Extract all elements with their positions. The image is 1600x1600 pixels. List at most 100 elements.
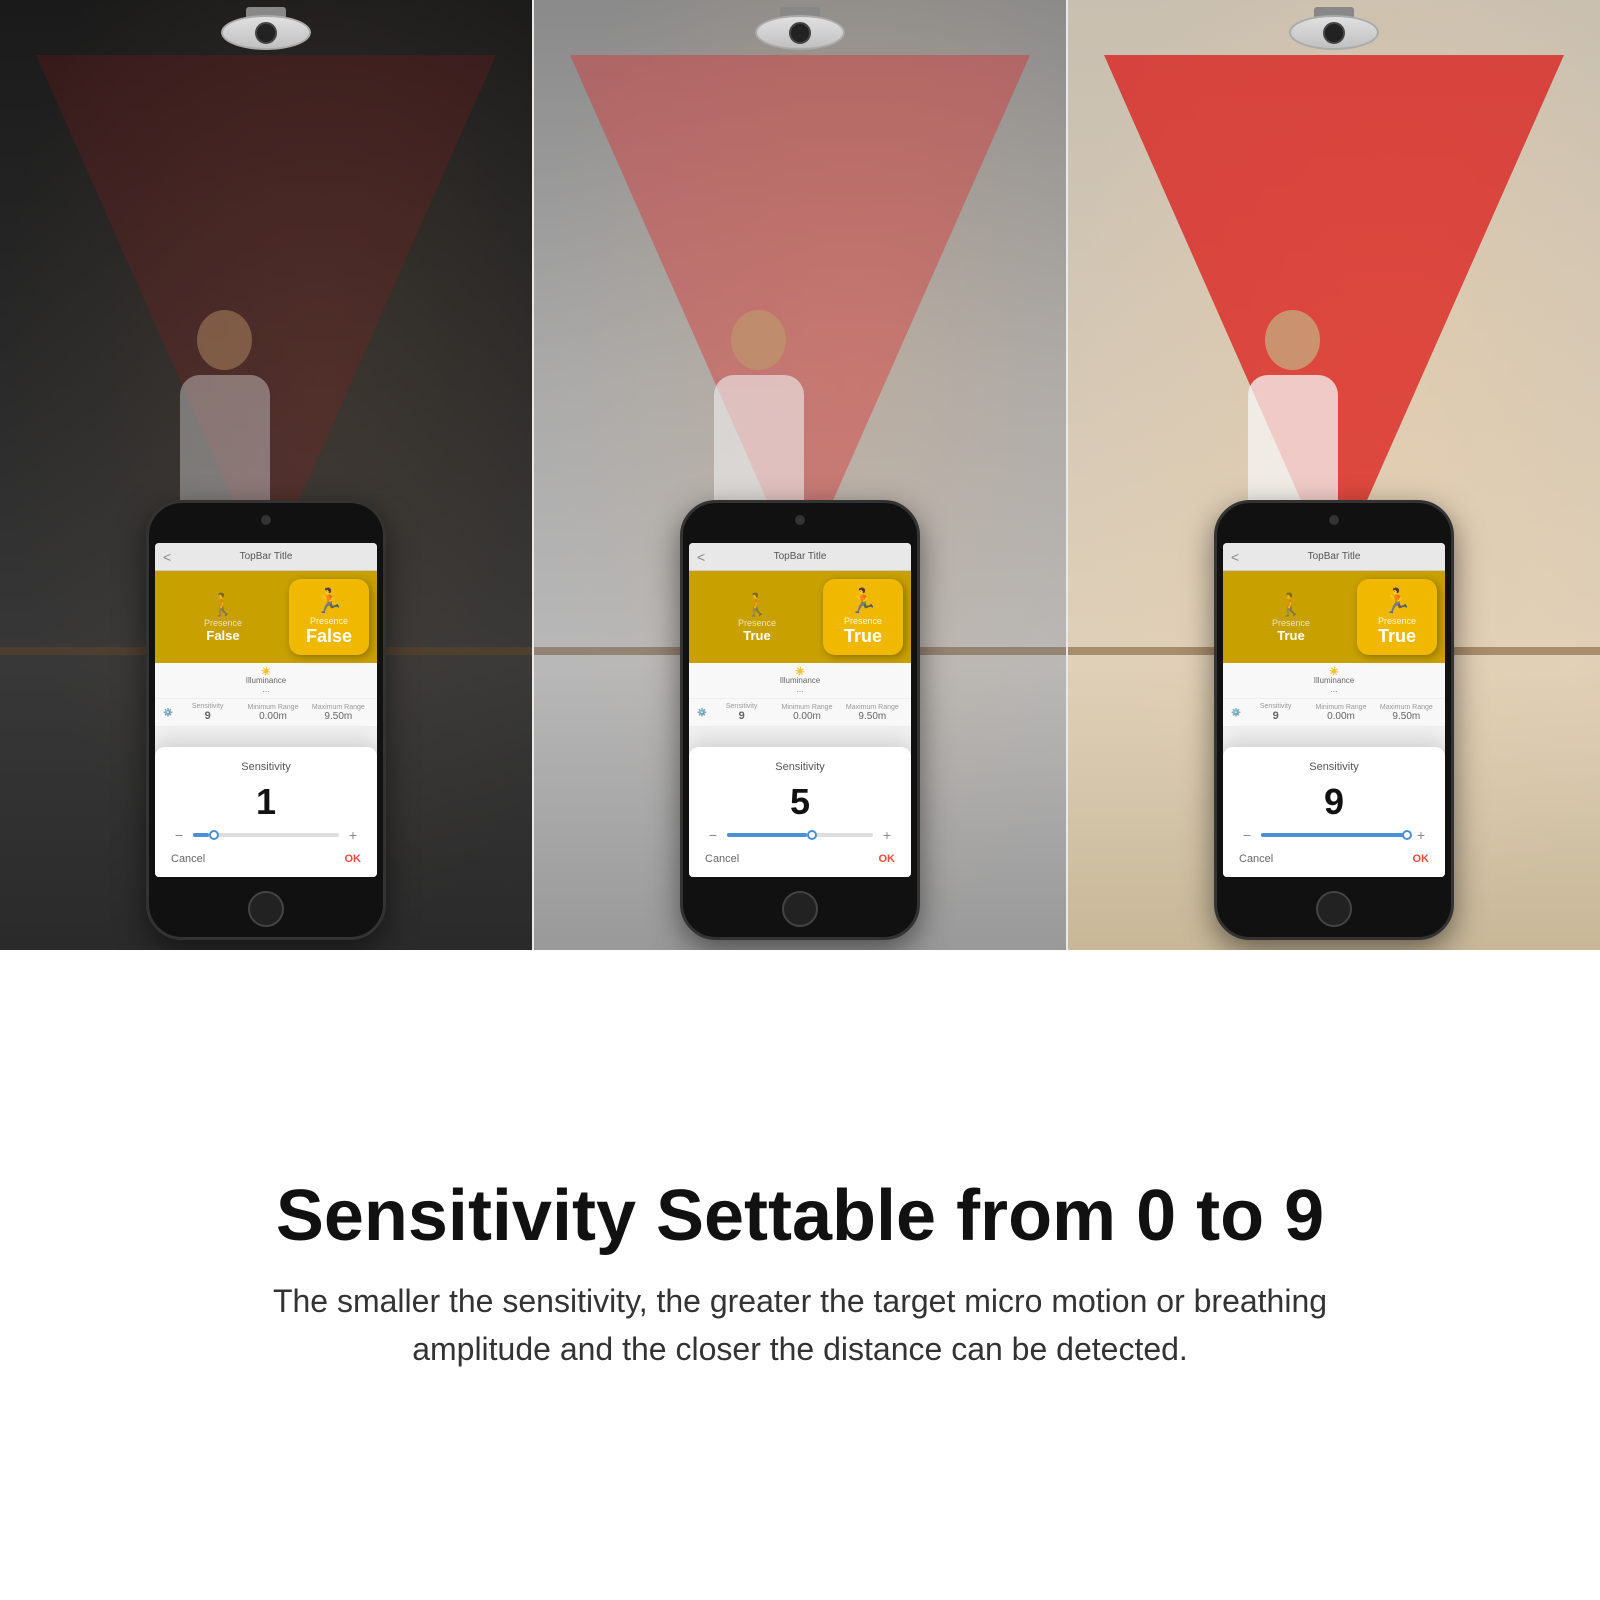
panel-3-minrange-val: 0.00m bbox=[1327, 711, 1355, 722]
panel-3-slider-track[interactable] bbox=[1261, 833, 1407, 837]
back-arrow-icon-3: < bbox=[1231, 549, 1239, 565]
panel-3-topbar-title: TopBar Title bbox=[1308, 551, 1361, 562]
panel-1-minus-icon[interactable]: − bbox=[171, 827, 187, 843]
panel-3-cancel-btn[interactable]: Cancel bbox=[1239, 853, 1273, 865]
panel-2-lum-val: ... bbox=[797, 685, 804, 694]
panel-3-dialog-title: Sensitivity bbox=[1239, 761, 1429, 773]
panel-1-dialog-title: Sensitivity bbox=[171, 761, 361, 773]
panel-2-badge: 🏃 Presence True bbox=[823, 579, 903, 655]
panel-3-screen: < TopBar Title 🚶 Presence True 🏃 bbox=[1223, 543, 1445, 877]
panel-2-dialog-title: Sensitivity bbox=[705, 761, 895, 773]
panel-2-plus-icon[interactable]: + bbox=[879, 827, 895, 843]
panel-1-plus-icon[interactable]: + bbox=[345, 827, 361, 843]
panel-3-settings: ⚙️ Sensitivity 9 Minimum Range 0.00m Max… bbox=[1223, 699, 1445, 727]
person-head-2 bbox=[731, 310, 786, 370]
panel-3-minus-icon[interactable]: − bbox=[1239, 827, 1255, 843]
bottom-section: Sensitivity Settable from 0 to 9 The sma… bbox=[0, 950, 1600, 1600]
main-container: < TopBar Title 🚶 Presence False 🏃 bbox=[0, 0, 1600, 1600]
back-arrow-icon-2: < bbox=[697, 549, 705, 565]
panel-2-slider-track[interactable] bbox=[727, 833, 873, 837]
panel-3-sensitivity-group: Sensitivity 9 bbox=[1245, 703, 1306, 722]
divider-1 bbox=[532, 0, 534, 950]
panel-2-slider-thumb bbox=[807, 830, 817, 840]
luminance-icon-2: ☀️ bbox=[795, 667, 805, 676]
panel-1-lum-val: ... bbox=[263, 685, 270, 694]
panel-1-minrange-label: Minimum Range bbox=[248, 704, 299, 711]
panel-1-badge-label: Presence bbox=[310, 616, 348, 626]
panel-1-slider-track[interactable] bbox=[193, 833, 339, 837]
panel-1-phone-container: < TopBar Title 🚶 Presence False 🏃 bbox=[146, 500, 386, 940]
panel-1-lum-label: Illuminance bbox=[246, 676, 286, 685]
panel-2-settings: ⚙️ Sensitivity 9 Minimum Range 0.00m Max… bbox=[689, 699, 911, 727]
panel-3-dialog-buttons: Cancel OK bbox=[1239, 853, 1429, 865]
panel-1-dialog: Sensitivity 1 − + Can bbox=[155, 747, 377, 877]
panel-1-sensitivity-small: 9 bbox=[205, 710, 211, 722]
panel-2-cancel-btn[interactable]: Cancel bbox=[705, 853, 739, 865]
panel-3-presence-label: Presence bbox=[1272, 618, 1310, 628]
panel-1-topbar: < TopBar Title bbox=[155, 543, 377, 571]
panel-2-stats: ☀️ Illuminance ... bbox=[689, 663, 911, 699]
panel-1-dialog-value: 1 bbox=[171, 781, 361, 823]
back-arrow-icon: < bbox=[163, 549, 171, 565]
panel-2-minrange-label: Minimum Range bbox=[782, 704, 833, 711]
device-lens bbox=[255, 22, 277, 44]
panel-2-ok-btn[interactable]: OK bbox=[879, 853, 896, 865]
panel-1-presence-icon: 🚶 bbox=[209, 592, 236, 618]
panel-2: < TopBar Title 🚶 Presence True 🏃 bbox=[534, 0, 1066, 950]
panel-1-maxrange-label: Maximum Range bbox=[312, 704, 365, 711]
panel-3-maxrange-label: Maximum Range bbox=[1380, 704, 1433, 711]
panel-1-slider-thumb bbox=[209, 830, 219, 840]
panel-3-device bbox=[1289, 15, 1379, 50]
panel-1-badge-value: False bbox=[306, 626, 352, 647]
panel-3-lum-val: ... bbox=[1331, 685, 1338, 694]
panel-2-phone: < TopBar Title 🚶 Presence True 🏃 bbox=[680, 500, 920, 940]
panel-3-badge-icon: 🏃 bbox=[1382, 587, 1412, 616]
panel-3-badge-value: True bbox=[1378, 626, 1416, 647]
panel-2-dialog: Sensitivity 5 − + Can bbox=[689, 747, 911, 877]
panel-3-home-button[interactable] bbox=[1316, 891, 1352, 927]
panel-2-badge-value: True bbox=[844, 626, 882, 647]
panel-2-home-button[interactable] bbox=[782, 891, 818, 927]
panel-2-minus-icon[interactable]: − bbox=[705, 827, 721, 843]
panel-2-slider-row: − + bbox=[705, 827, 895, 843]
panel-2-minrange: Minimum Range 0.00m bbox=[776, 704, 837, 722]
panel-3-plus-icon[interactable]: + bbox=[1413, 827, 1429, 843]
panel-3-minrange: Minimum Range 0.00m bbox=[1310, 704, 1371, 722]
panel-3-minrange-label: Minimum Range bbox=[1316, 704, 1367, 711]
panel-3-maxrange-val: 9.50m bbox=[1392, 711, 1420, 722]
panel-3-lum-label: Illuminance bbox=[1314, 676, 1354, 685]
panel-3: < TopBar Title 🚶 Presence True 🏃 bbox=[1068, 0, 1600, 950]
device-body-2 bbox=[755, 15, 845, 50]
panel-3-luminance: ☀️ Illuminance ... bbox=[1231, 667, 1437, 694]
panel-2-maxrange-label: Maximum Range bbox=[846, 704, 899, 711]
panel-1-dialog-buttons: Cancel OK bbox=[171, 853, 361, 865]
panel-1-cancel-btn[interactable]: Cancel bbox=[171, 853, 205, 865]
panel-1: < TopBar Title 🚶 Presence False 🏃 bbox=[0, 0, 532, 950]
panel-3-presence-value: True bbox=[1277, 628, 1304, 643]
panel-2-device bbox=[755, 15, 845, 50]
panel-2-presence-value: True bbox=[743, 628, 770, 643]
device-body-3 bbox=[1289, 15, 1379, 50]
panel-1-ok-btn[interactable]: OK bbox=[345, 853, 362, 865]
phone-camera-2 bbox=[795, 515, 805, 525]
gear-icon-2: ⚙️ bbox=[697, 708, 707, 717]
panel-2-badge-label: Presence bbox=[844, 616, 882, 626]
panel-3-sensitivity-label: Sensitivity bbox=[1260, 703, 1292, 710]
panel-2-topbar-title: TopBar Title bbox=[774, 551, 827, 562]
headline: Sensitivity Settable from 0 to 9 bbox=[276, 1177, 1324, 1256]
panel-1-presence-label: Presence bbox=[204, 618, 242, 628]
panel-3-ok-btn[interactable]: OK bbox=[1413, 853, 1430, 865]
panel-2-topbar: < TopBar Title bbox=[689, 543, 911, 571]
panel-1-phone: < TopBar Title 🚶 Presence False 🏃 bbox=[146, 500, 386, 940]
panel-3-presence-left: 🚶 Presence True bbox=[1231, 592, 1351, 643]
device-body bbox=[221, 15, 311, 50]
panel-3-stats: ☀️ Illuminance ... bbox=[1223, 663, 1445, 699]
panel-1-home-button[interactable] bbox=[248, 891, 284, 927]
panel-1-maxrange-val: 9.50m bbox=[324, 711, 352, 722]
device-lens-3 bbox=[1323, 22, 1345, 44]
panel-2-screen: < TopBar Title 🚶 Presence True 🏃 bbox=[689, 543, 911, 877]
panel-1-slider-fill bbox=[193, 833, 209, 837]
panel-1-slider-row: − + bbox=[171, 827, 361, 843]
panel-2-lum-label: Illuminance bbox=[780, 676, 820, 685]
panel-1-badge: 🏃 Presence False bbox=[289, 579, 369, 655]
